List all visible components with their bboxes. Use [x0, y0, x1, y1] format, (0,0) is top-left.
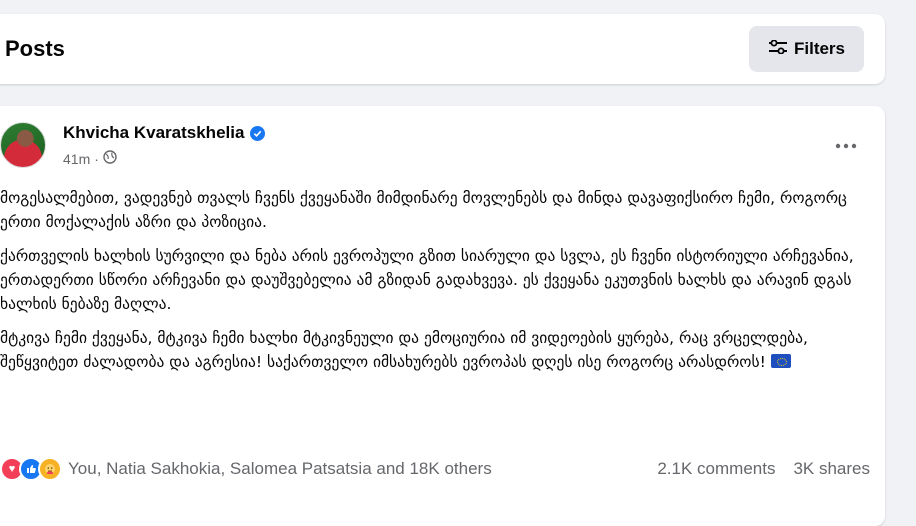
reactions-row: ♥ You, Natia Sakhokia, Salomea Patsatsia…: [0, 455, 870, 483]
avatar[interactable]: [0, 122, 46, 168]
post-card: Khvicha Kvaratskhelia 41m · მოგესალმებით…: [0, 106, 885, 526]
verified-icon: [250, 125, 266, 141]
engagement-counts: 2.1K comments 3K shares: [657, 459, 870, 479]
filters-button[interactable]: Filters: [749, 26, 864, 72]
reaction-icons[interactable]: ♥: [0, 457, 62, 481]
shares-count[interactable]: 3K shares: [793, 459, 870, 479]
post-paragraph-3: მტკივა ჩემი ქვეყანა, მტკივა ჩემი ხალხი მ…: [0, 326, 870, 374]
filter-icon: [768, 39, 788, 59]
post-author: Khvicha Kvaratskhelia: [63, 123, 266, 143]
reactions-text[interactable]: You, Natia Sakhokia, Salomea Patsatsia a…: [68, 459, 657, 479]
posts-header: Posts Filters: [0, 14, 885, 84]
eu-flag-icon: [770, 354, 791, 368]
globe-icon: [103, 150, 117, 167]
author-name[interactable]: Khvicha Kvaratskhelia: [63, 123, 244, 143]
page-title: Posts: [5, 36, 65, 61]
meta-separator: ·: [94, 150, 99, 167]
comments-count[interactable]: 2.1K comments: [657, 459, 775, 479]
post-paragraph-1: მოგესალმებით, ვადევნებ თვალს ჩვენს ქვეყა…: [0, 189, 847, 231]
filters-label: Filters: [793, 39, 846, 58]
post-time[interactable]: 41m: [63, 151, 90, 167]
care-icon: [38, 457, 62, 481]
more-button[interactable]: [828, 132, 864, 160]
post-meta: 41m ·: [63, 150, 117, 167]
post-paragraph-2: ქართველის ხალხის სურვილი და ნება არის ევ…: [0, 247, 854, 313]
post-body: მოგესალმებით, ვადევნებ თვალს ჩვენს ქვეყა…: [0, 186, 870, 384]
more-icon: [835, 143, 857, 149]
post-paragraph-3-text: მტკივა ჩემი ქვეყანა, მტკივა ჩემი ხალხი მ…: [0, 329, 808, 371]
